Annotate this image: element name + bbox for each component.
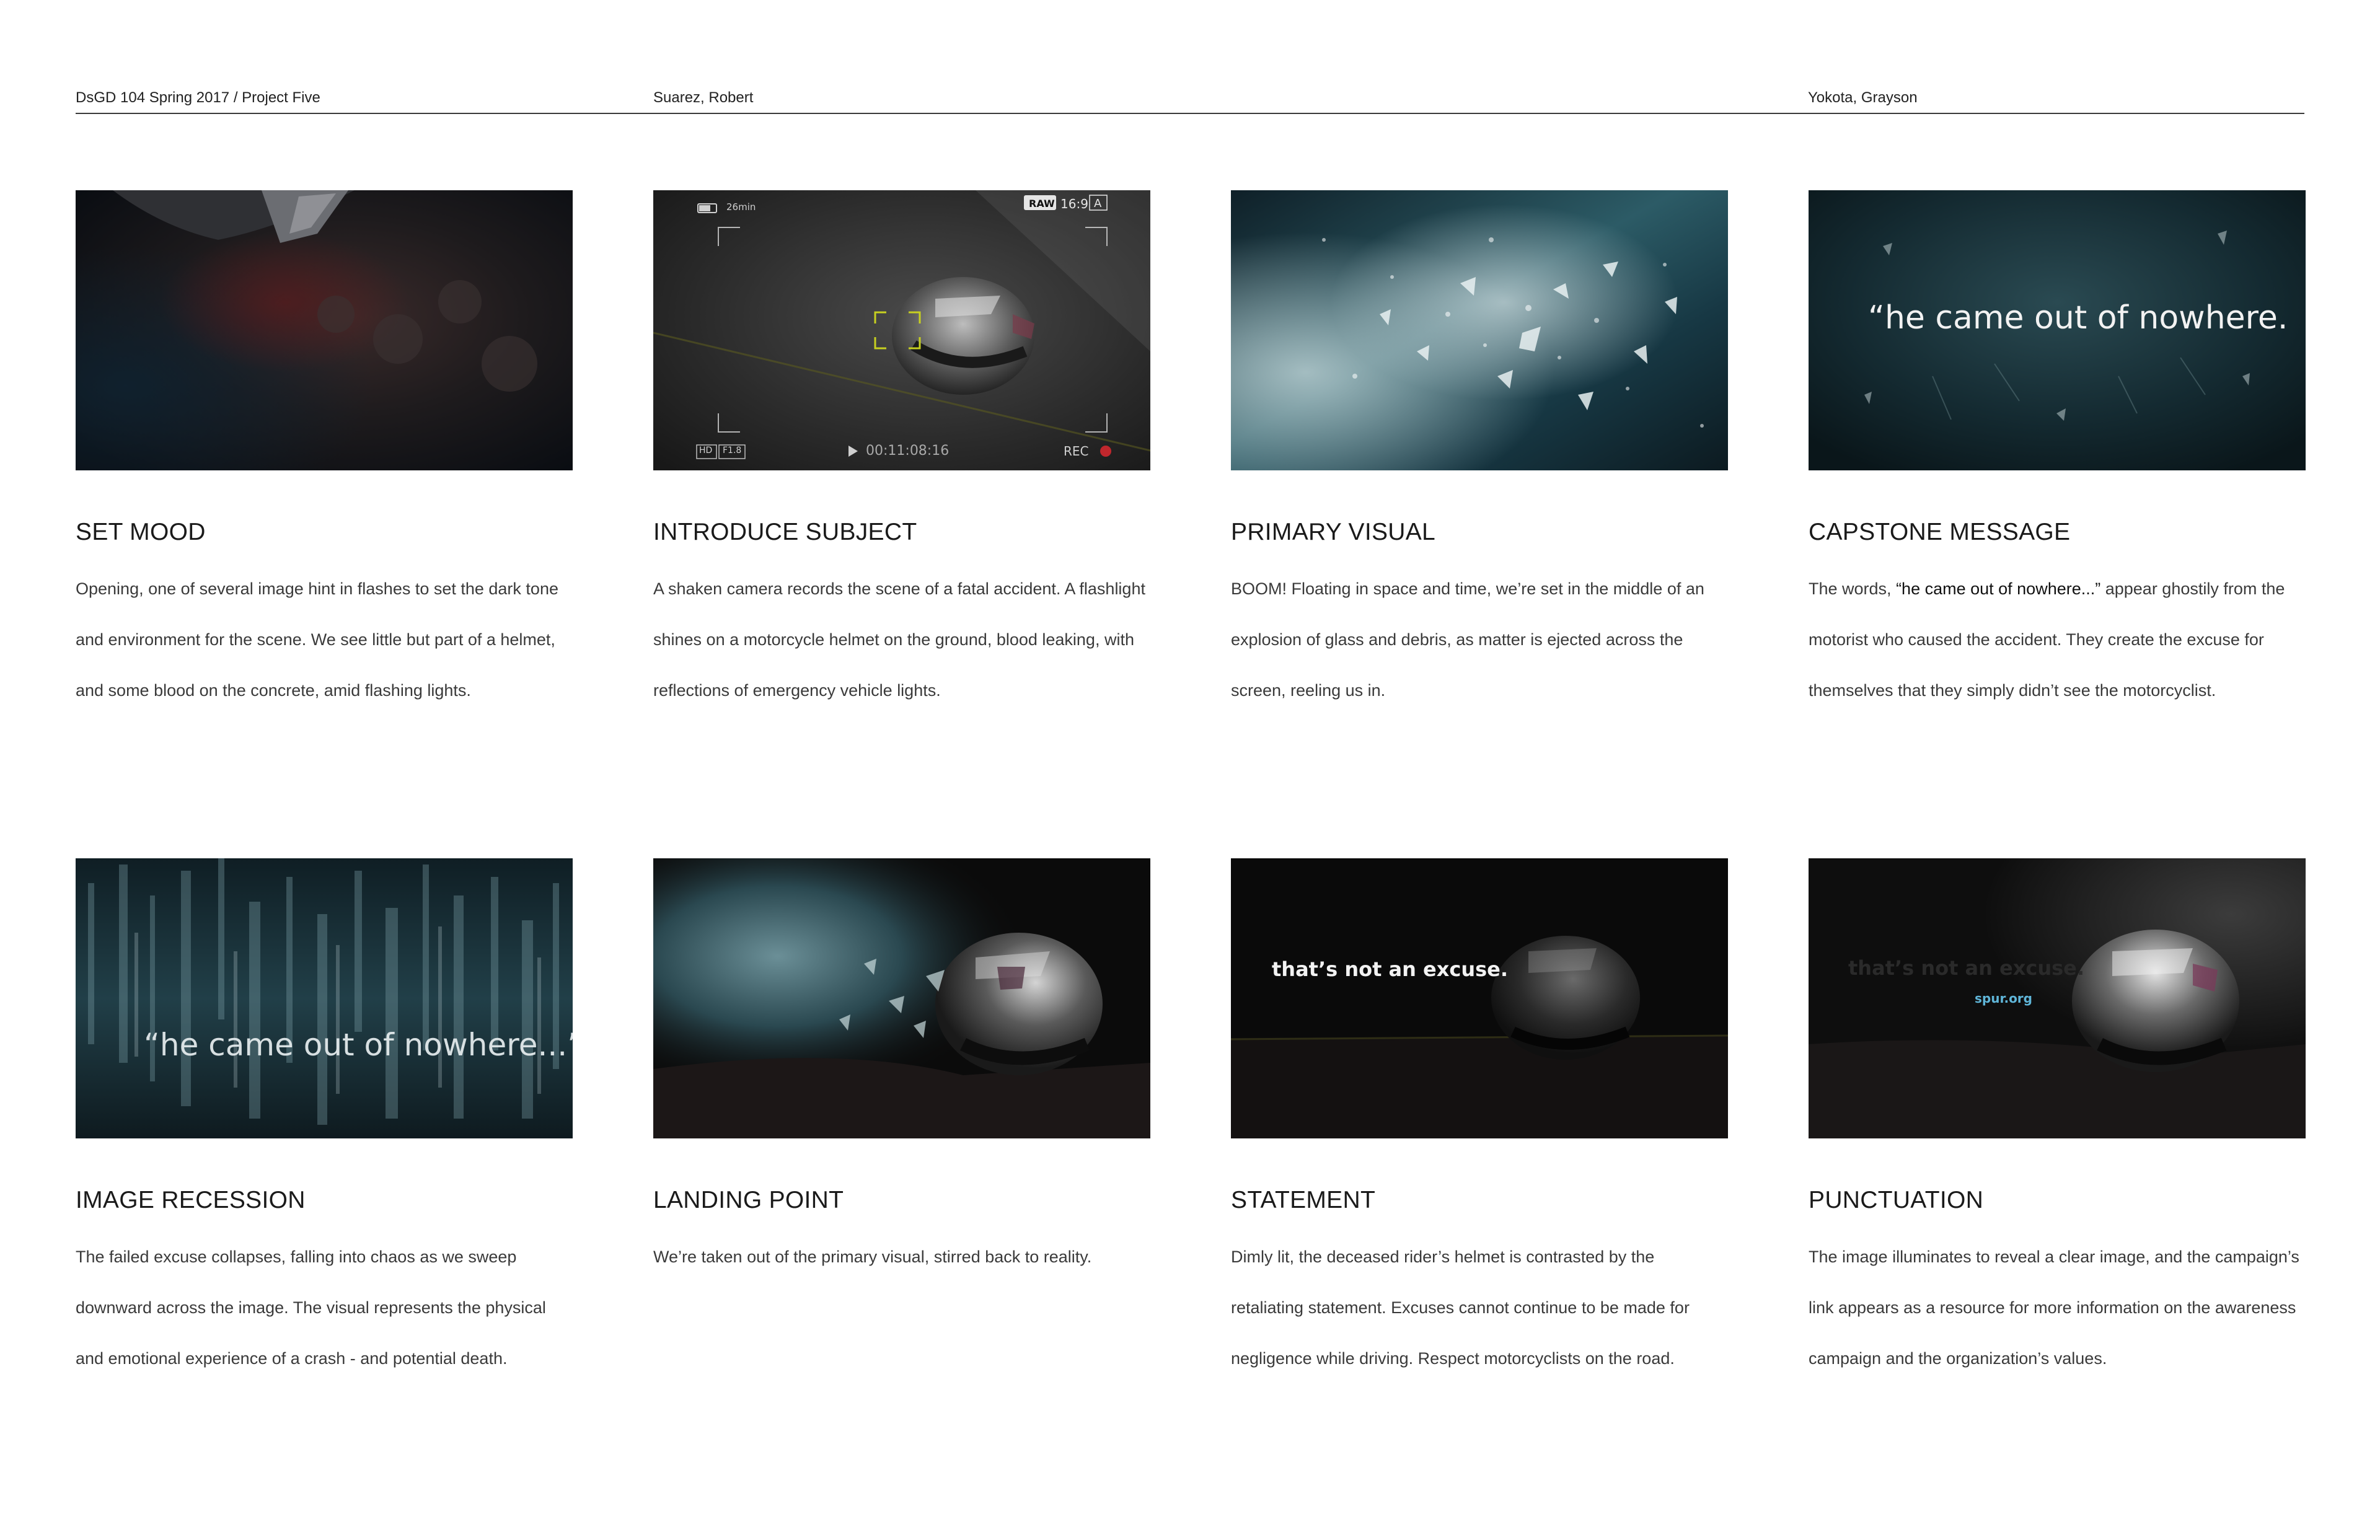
- frame-image-introduce-subject: 26min RAW 16:9 A HD F1.8 00:11:08:16 REC: [653, 190, 1150, 470]
- frame-description: We’re taken out of the primary visual, s…: [653, 1247, 1092, 1266]
- frame-image-statement: that’s not an excuse.: [1231, 858, 1728, 1138]
- collapsing-caption: “he came out of nowhere...”: [144, 1027, 573, 1063]
- frame-description: The failed excuse collapses, falling int…: [76, 1247, 546, 1368]
- lit-helmet-scene: [1809, 858, 2306, 1138]
- frame-title: PUNCTUATION: [1809, 1187, 1984, 1213]
- page-header: DsGD 104 Spring 2017 / Project Five Suar…: [76, 87, 2304, 114]
- raw-badge: RAW: [1029, 198, 1055, 209]
- rec-indicator: REC: [1064, 444, 1089, 459]
- frame-image-set-mood: [76, 190, 573, 470]
- storyboard-frame-image-recession: “he came out of nowhere...” IMAGE RECESS…: [76, 858, 573, 1384]
- dim-helmet-scene: [1231, 858, 1728, 1138]
- description-lead: The words,: [1809, 579, 1897, 598]
- battery-readout: 26min: [726, 201, 756, 213]
- author-name-one: Suarez, Robert: [653, 89, 754, 106]
- frame-title: PRIMARY VISUAL: [1231, 519, 1436, 545]
- campaign-link[interactable]: spur.org: [1975, 991, 2032, 1006]
- author-name-two: Yokota, Grayson: [1808, 89, 1918, 106]
- storyboard-frame-capstone-message: “he came out of nowhere. CAPSTONE MESSAG…: [1809, 190, 2306, 716]
- frame-title: CAPSTONE MESSAGE: [1809, 519, 2071, 545]
- frame-description: The words, “he came out of nowhere...” a…: [1809, 563, 2306, 716]
- hd-badge: HD: [699, 446, 713, 455]
- frame-image-image-recession: “he came out of nowhere...”: [76, 858, 573, 1138]
- frame-title: STATEMENT: [1231, 1187, 1376, 1213]
- storyboard-frame-set-mood: SET MOOD Opening, one of several image h…: [76, 190, 573, 716]
- frame-title: LANDING POINT: [653, 1187, 844, 1213]
- frame-image-punctuation: that’s not an excuse. spur.org: [1809, 858, 2306, 1138]
- frame-image-landing-point: [653, 858, 1150, 1138]
- frame-description: Opening, one of several image hint in fl…: [76, 579, 558, 700]
- storyboard-frame-landing-point: LANDING POINT We’re taken out of the pri…: [653, 858, 1150, 1282]
- faded-statement-caption: that’s not an excuse.: [1848, 956, 2085, 980]
- frame-description: BOOM! Floating in space and time, we’re …: [1231, 579, 1704, 700]
- camera-viewfinder-scene: [653, 190, 1150, 470]
- aspect-ratio-label: 16:9: [1060, 196, 1088, 211]
- streaked-collapse-scene: [76, 858, 573, 1138]
- glass-explosion-scene: [1231, 190, 1728, 470]
- storyboard-frame-punctuation: that’s not an excuse. spur.org PUNCTUATI…: [1809, 858, 2306, 1384]
- course-label: DsGD 104 Spring 2017 / Project Five: [76, 89, 320, 106]
- frame-title: INTRODUCE SUBJECT: [653, 519, 917, 545]
- frame-description: Dimly lit, the deceased rider’s helmet i…: [1231, 1247, 1690, 1368]
- auto-mode-label: A: [1094, 197, 1102, 210]
- storyboard-frame-statement: that’s not an excuse. STATEMENT Dimly li…: [1231, 858, 1728, 1384]
- frame-description: A shaken camera records the scene of a f…: [653, 579, 1145, 700]
- frame-image-capstone-message: “he came out of nowhere.: [1809, 190, 2306, 470]
- frame-title: IMAGE RECESSION: [76, 1187, 306, 1213]
- frame-title: SET MOOD: [76, 519, 206, 545]
- frame-image-primary-visual: [1231, 190, 1728, 470]
- frame-description: The image illuminates to reveal a clear …: [1809, 1247, 2299, 1368]
- nowhere-caption: “he came out of nowhere.: [1868, 299, 2288, 337]
- fstop-badge: F1.8: [723, 446, 742, 455]
- helmet-shatter-scene: [653, 858, 1150, 1138]
- statement-caption: that’s not an excuse.: [1272, 957, 1509, 981]
- helmet-corner-scene: [76, 190, 573, 470]
- timecode-readout: 00:11:08:16: [866, 443, 950, 459]
- storyboard-frame-introduce-subject: 26min RAW 16:9 A HD F1.8 00:11:08:16 REC…: [653, 190, 1150, 716]
- storyboard-frame-primary-visual: PRIMARY VISUAL BOOM! Floating in space a…: [1231, 190, 1728, 716]
- description-quote: “he came out of nowhere...”: [1896, 579, 2101, 598]
